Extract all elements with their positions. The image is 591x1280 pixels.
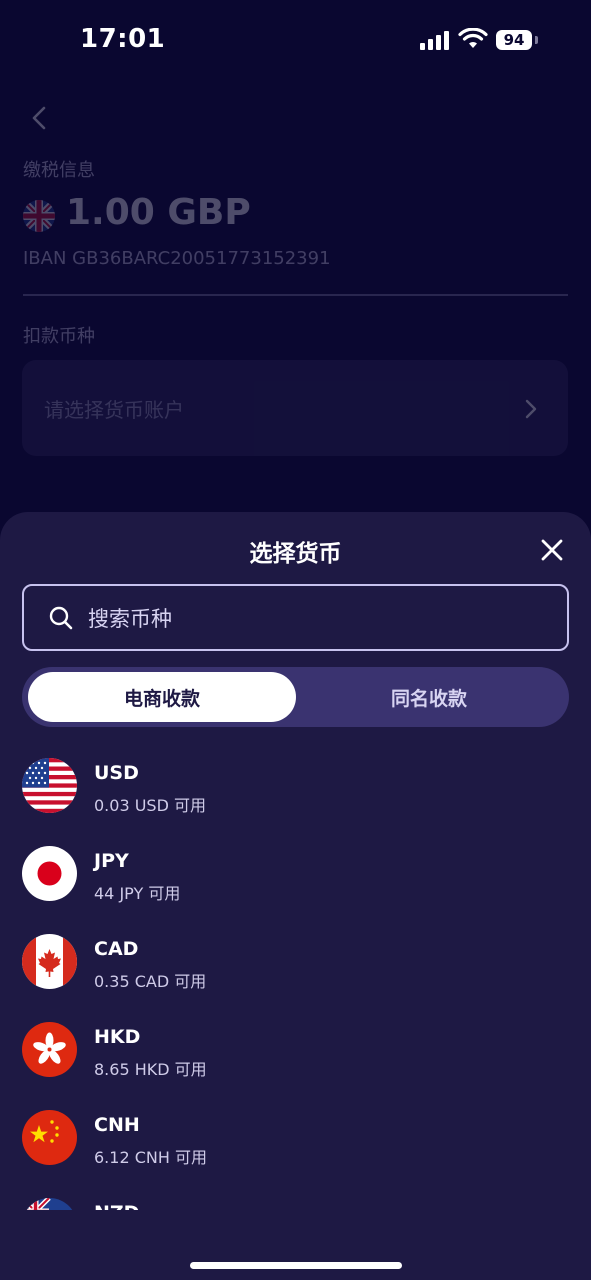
currency-available: 0.03 USD 可用 (94, 796, 206, 815)
background-page: 缴税信息 1.00 GBP IBAN GB36BARC2005177315239… (0, 80, 591, 520)
select-placeholder: 请选择货币账户 (44, 398, 184, 422)
tab-same-name[interactable]: 同名收款 (295, 672, 563, 722)
list-item-cnh[interactable]: CNH 6.12 CNH 可用 (0, 1098, 591, 1186)
nz-flag-icon (22, 1198, 77, 1210)
battery-icon: 94 (496, 30, 532, 50)
status-time: 17:01 (80, 24, 166, 54)
currency-code: CAD (94, 938, 139, 960)
cn-flag-icon (22, 1110, 77, 1165)
battery-tip (535, 36, 538, 44)
list-item-nzd[interactable]: NZD (0, 1186, 591, 1210)
chevron-right-icon (525, 399, 537, 419)
divider (23, 294, 568, 296)
tax-info-label: 缴税信息 (23, 160, 95, 181)
currency-available: 6.12 CNH 可用 (94, 1148, 207, 1167)
currency-code: NZD (94, 1202, 139, 1210)
currency-available: 44 JPY 可用 (94, 884, 181, 903)
currency-available: 0.35 CAD 可用 (94, 972, 207, 991)
battery-level: 94 (503, 31, 525, 49)
payment-type-tabs: 电商收款 同名收款 (22, 667, 569, 727)
jp-flag-icon (22, 846, 77, 901)
close-icon[interactable] (538, 536, 566, 564)
currency-list: USD 0.03 USD 可用 JPY 44 JPY 可用 CAD 0.35 C… (0, 746, 591, 1210)
list-item-cad[interactable]: CAD 0.35 CAD 可用 (0, 922, 591, 1010)
cellular-signal-icon (420, 30, 449, 50)
list-item-jpy[interactable]: JPY 44 JPY 可用 (0, 834, 591, 922)
list-item-hkd[interactable]: HKD 8.65 HKD 可用 (0, 1010, 591, 1098)
back-arrow-icon[interactable] (28, 104, 52, 132)
hk-flag-icon (22, 1022, 77, 1077)
gb-flag-icon (23, 200, 55, 232)
currency-code: HKD (94, 1026, 141, 1048)
currency-account-select[interactable]: 请选择货币账户 (22, 360, 568, 456)
us-flag-icon (22, 758, 77, 813)
debit-currency-label: 扣款币种 (23, 326, 95, 347)
list-item-usd[interactable]: USD 0.03 USD 可用 (0, 746, 591, 834)
currency-available: 8.65 HKD 可用 (94, 1060, 207, 1079)
search-input[interactable] (86, 596, 550, 641)
home-indicator[interactable] (190, 1262, 402, 1269)
tax-amount: 1.00 GBP (66, 192, 251, 233)
tab-ecommerce[interactable]: 电商收款 (28, 672, 296, 722)
search-box[interactable] (22, 584, 569, 651)
iban-text: IBAN GB36BARC20051773152391 (23, 248, 331, 269)
currency-picker-sheet: 选择货币 电商收款 同名收款 (0, 512, 591, 1280)
currency-code: CNH (94, 1114, 140, 1136)
ca-flag-icon (22, 934, 77, 989)
currency-code: USD (94, 762, 139, 784)
currency-code: JPY (94, 850, 129, 872)
search-icon (49, 606, 73, 630)
sheet-title: 选择货币 (249, 541, 342, 567)
status-bar: 17:01 94 (0, 0, 591, 80)
wifi-icon (458, 28, 488, 48)
